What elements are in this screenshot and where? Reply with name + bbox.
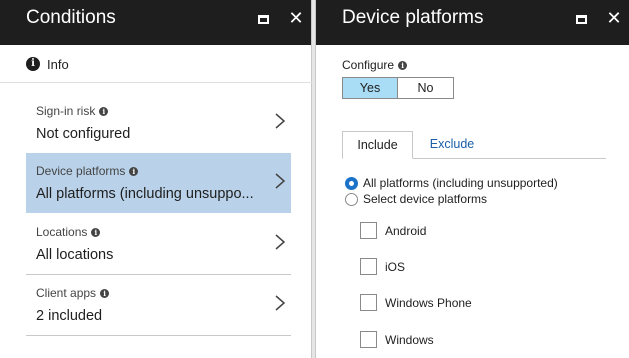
info-icon: i xyxy=(100,288,110,298)
divider xyxy=(26,335,291,336)
chevron-right-icon xyxy=(275,113,286,129)
platform-label: Android xyxy=(385,223,427,238)
info-icon: i xyxy=(91,227,101,237)
condition-value: All platforms (including unsuppo... xyxy=(36,186,254,202)
platform-ios[interactable]: iOS xyxy=(360,258,405,275)
platform-windows-phone[interactable]: Windows Phone xyxy=(360,294,472,311)
info-icon: i xyxy=(398,60,408,70)
device-platforms-header: Device platforms ✕ xyxy=(316,0,629,45)
condition-label: Locations i xyxy=(36,225,101,239)
info-icon: i xyxy=(26,57,40,71)
tab-include[interactable]: Include xyxy=(342,131,413,159)
chevron-right-icon xyxy=(275,234,286,250)
checkbox[interactable] xyxy=(360,258,377,275)
configure-label: Configure i xyxy=(342,58,408,72)
device-platforms-title: Device platforms xyxy=(342,7,484,28)
chevron-right-icon xyxy=(275,173,286,189)
chevron-right-icon xyxy=(275,295,286,311)
condition-label: Client apps i xyxy=(36,286,110,300)
radio-label: All platforms (including unsupported) xyxy=(363,176,558,190)
condition-item-client-apps[interactable]: Client apps i 2 included xyxy=(26,275,291,336)
condition-item-locations[interactable]: Locations i All locations xyxy=(26,214,291,275)
maximize-icon[interactable] xyxy=(573,11,591,29)
info-separator xyxy=(0,82,312,83)
checkbox[interactable] xyxy=(360,331,377,348)
platform-windows[interactable]: Windows xyxy=(360,331,434,348)
tab-exclude[interactable]: Exclude xyxy=(422,131,482,159)
platform-android[interactable]: Android xyxy=(360,222,426,239)
info-label: Info xyxy=(47,56,69,72)
platform-label: Windows xyxy=(385,332,434,347)
include-exclude-tabs: Include Exclude xyxy=(342,131,606,159)
configure-toggle: Yes No xyxy=(342,77,454,99)
close-icon[interactable]: ✕ xyxy=(605,9,623,27)
condition-value: 2 included xyxy=(36,308,103,324)
condition-label: Sign-in risk i xyxy=(36,104,109,118)
platform-label: iOS xyxy=(385,259,406,274)
condition-value: Not configured xyxy=(36,126,131,142)
conditions-title: Conditions xyxy=(26,7,116,28)
info-link[interactable]: i Info xyxy=(26,55,69,73)
checkbox[interactable] xyxy=(360,294,377,311)
toggle-no-button[interactable]: No xyxy=(398,78,453,98)
radio-button[interactable] xyxy=(345,176,358,190)
condition-item-device-platforms[interactable]: Device platforms i All platforms (includi… xyxy=(26,153,291,213)
radio-label: Select device platforms xyxy=(363,192,488,206)
maximize-icon[interactable] xyxy=(255,11,273,29)
radio-all-platforms[interactable]: All platforms (including unsupported) xyxy=(345,176,558,190)
condition-value: All locations xyxy=(36,247,114,263)
conditions-header: Conditions ✕ xyxy=(0,0,311,45)
close-icon[interactable]: ✕ xyxy=(287,9,305,27)
checkbox[interactable] xyxy=(360,222,377,239)
radio-select-platforms[interactable]: Select device platforms xyxy=(345,192,487,206)
platform-label: Windows Phone xyxy=(385,295,472,310)
toggle-yes-button[interactable]: Yes xyxy=(343,78,398,98)
conditions-panel: Conditions ✕ i Info Sign-in risk i Not co… xyxy=(0,0,312,358)
info-icon: i xyxy=(129,166,139,176)
condition-item-sign-in-risk[interactable]: Sign-in risk i Not configured xyxy=(26,93,291,154)
radio-button[interactable] xyxy=(345,192,358,206)
info-icon: i xyxy=(99,106,109,116)
condition-label: Device platforms i xyxy=(36,164,139,178)
device-platforms-panel: Device platforms ✕ Configure i Yes No Inc… xyxy=(315,0,629,358)
